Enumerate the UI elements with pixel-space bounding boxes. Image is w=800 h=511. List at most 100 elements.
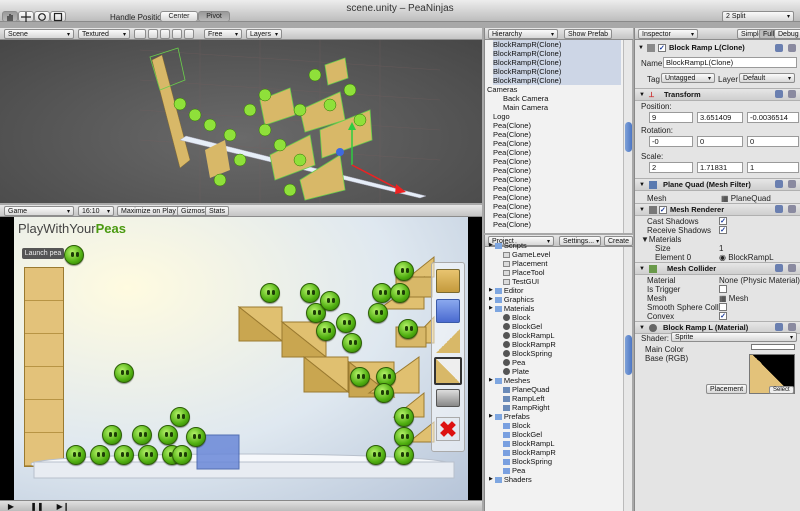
object-active-checkbox[interactable]: ✓ <box>657 43 666 52</box>
cast-shadows-checkbox[interactable]: ✓ <box>719 217 727 225</box>
hierarchy-item[interactable]: Pea(Clone) <box>493 121 621 130</box>
project-scrollbar[interactable] <box>623 247 632 511</box>
step-icon[interactable]: ▶❙ <box>56 502 70 511</box>
position-x-field[interactable]: 9 <box>649 112 693 123</box>
spring-tool-button[interactable] <box>436 389 460 407</box>
hierarchy-item[interactable]: Back Camera <box>493 94 621 103</box>
disclosure-icon[interactable]: ▶ <box>489 376 493 385</box>
hierarchy-tab[interactable]: Hierarchy <box>488 29 558 39</box>
position-z-field[interactable]: -0.0036514 <box>747 112 799 123</box>
hierarchy-item[interactable]: Pea(Clone) <box>493 184 621 193</box>
maximize-on-play-button[interactable]: Maximize on Play <box>117 206 180 216</box>
position-y-field[interactable]: 3.651409 <box>697 112 743 123</box>
receive-shadows-checkbox[interactable]: ✓ <box>719 226 727 234</box>
move-icon[interactable] <box>18 11 34 22</box>
camera-mode-dropdown[interactable]: Free <box>204 29 242 39</box>
project-item[interactable]: ▶ Shaders <box>487 475 621 484</box>
camera-icon[interactable] <box>184 29 194 39</box>
scale-x-field[interactable]: 2 <box>649 162 693 173</box>
hierarchy-item[interactable]: Pea(Clone) <box>493 175 621 184</box>
project-item[interactable]: Pea <box>487 466 621 475</box>
disclosure-icon[interactable]: ▶ <box>489 475 493 484</box>
collider-material-value[interactable]: None (Physic Material) <box>719 276 800 285</box>
project-item[interactable]: PlaceTool <box>487 268 621 277</box>
project-item[interactable]: BlockRampR <box>487 448 621 457</box>
hierarchy-item[interactable]: Cameras <box>487 85 621 94</box>
placement-button[interactable]: Placement <box>706 384 748 394</box>
scale-y-field[interactable]: 1.71831 <box>697 162 743 173</box>
hierarchy-item[interactable]: Main Camera <box>493 103 621 112</box>
inspector-tab[interactable]: Inspector <box>638 29 698 39</box>
select-texture-button[interactable]: Select <box>769 386 794 394</box>
expand-icon[interactable]: ▼ <box>638 45 644 51</box>
gel-tool-button[interactable] <box>436 299 460 323</box>
disclosure-icon[interactable]: ▶ <box>489 241 493 250</box>
project-item[interactable]: ▶ Prefabs <box>487 412 621 421</box>
hierarchy-scrollbar[interactable] <box>623 40 632 233</box>
light-icon[interactable] <box>148 29 158 39</box>
hierarchy-item[interactable]: Logo <box>493 112 621 121</box>
project-scroll-thumb[interactable] <box>625 335 632 375</box>
hierarchy-item[interactable]: Pea(Clone) <box>493 211 621 220</box>
hierarchy-item[interactable]: Pea(Clone) <box>493 139 621 148</box>
main-color-swatch[interactable] <box>751 344 795 350</box>
rotation-y-field[interactable]: 0 <box>697 136 743 147</box>
gear-icon[interactable] <box>775 264 783 272</box>
rotate-icon[interactable] <box>34 11 50 22</box>
convex-checkbox[interactable]: ✓ <box>719 312 727 320</box>
project-item[interactable]: BlockGel <box>487 322 621 331</box>
hierarchy-item[interactable]: BlockRampR(Clone) <box>493 49 621 58</box>
scale-icon[interactable] <box>50 11 66 22</box>
layer-dropdown[interactable]: Default <box>739 73 795 83</box>
block-tool-button[interactable] <box>436 269 460 293</box>
menu-icon[interactable] <box>788 323 796 331</box>
delete-icon[interactable]: ✖ <box>436 417 460 442</box>
debug-button[interactable]: Debug <box>774 29 800 39</box>
gear-icon[interactable] <box>775 44 783 52</box>
menu-icon[interactable] <box>788 90 796 98</box>
project-item[interactable]: ▶ Graphics <box>487 295 621 304</box>
project-item[interactable]: BlockGel <box>487 430 621 439</box>
disclosure-icon[interactable]: ▶ <box>489 304 493 313</box>
hierarchy-item[interactable]: BlockRampR(Clone) <box>493 67 621 76</box>
disclosure-icon[interactable]: ▶ <box>489 286 493 295</box>
smooth-sphere-checkbox[interactable] <box>719 303 727 311</box>
hand-icon[interactable] <box>2 11 18 22</box>
hierarchy-item[interactable]: Pea(Clone) <box>493 166 621 175</box>
project-item[interactable]: BlockRampL <box>487 439 621 448</box>
gear-icon[interactable] <box>775 205 783 213</box>
disclosure-icon[interactable]: ▶ <box>489 412 493 421</box>
project-item[interactable]: BlockSpring <box>487 457 621 466</box>
scene-tab[interactable]: Scene <box>4 29 74 39</box>
menu-icon[interactable] <box>788 180 796 188</box>
project-item[interactable]: BlockRampL <box>487 331 621 340</box>
ramp-right-tool-button[interactable] <box>434 357 462 385</box>
materials-foldout[interactable]: ▼Materials <box>641 235 681 244</box>
project-item[interactable]: BlockSpring <box>487 349 621 358</box>
scene-viewport[interactable] <box>0 40 482 203</box>
aspect-dropdown[interactable]: 16:10 <box>78 206 114 216</box>
menu-icon[interactable] <box>788 264 796 272</box>
project-item[interactable]: Pea <box>487 358 621 367</box>
gear-icon[interactable] <box>775 323 783 331</box>
project-item[interactable]: BlockRampR <box>487 340 621 349</box>
project-item[interactable]: Block <box>487 421 621 430</box>
project-item[interactable]: ▶ Editor <box>487 286 621 295</box>
collider-mesh-field[interactable]: ▦ Mesh <box>719 294 748 303</box>
project-item[interactable]: Placement <box>487 259 621 268</box>
renderer-enabled-checkbox[interactable]: ✓ <box>658 205 667 214</box>
project-item[interactable]: Block <box>487 313 621 322</box>
project-item[interactable]: ▶ Materials <box>487 304 621 313</box>
ramp-left-tool-button[interactable] <box>436 329 460 353</box>
layers-dropdown[interactable]: Layers <box>246 29 282 39</box>
rotation-z-field[interactable]: 0 <box>747 136 799 147</box>
hierarchy-scroll-thumb[interactable] <box>625 122 632 152</box>
scale-z-field[interactable]: 1 <box>747 162 799 173</box>
pause-icon[interactable]: ❚❚ <box>30 502 44 511</box>
project-item[interactable]: ▶ Meshes <box>487 376 621 385</box>
rotation-x-field[interactable]: -0 <box>649 136 693 147</box>
project-item[interactable]: ▶ Scripts <box>487 241 621 250</box>
is-trigger-checkbox[interactable] <box>719 285 727 293</box>
gizmos-button[interactable]: Gizmos <box>177 206 209 216</box>
layout-dropdown[interactable]: 2 Split <box>722 11 794 22</box>
